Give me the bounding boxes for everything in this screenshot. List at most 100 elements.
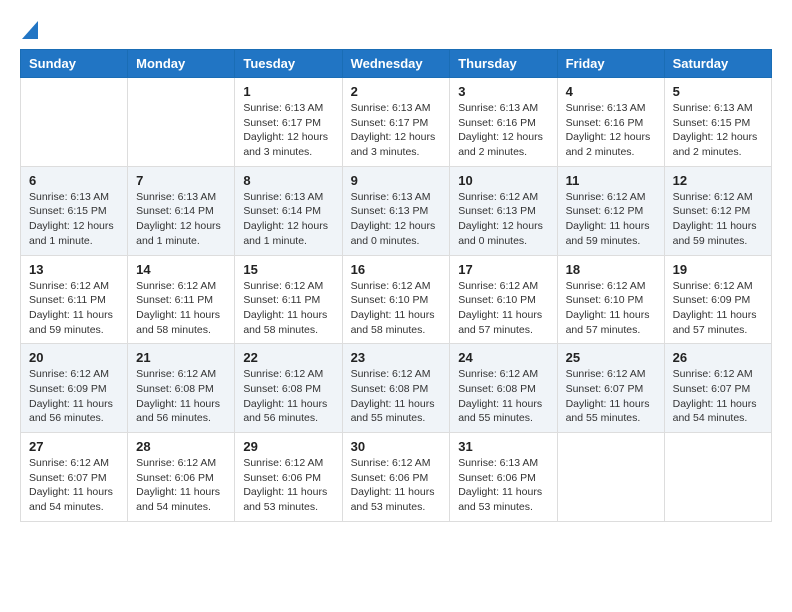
cell-content: Sunrise: 6:12 AM Sunset: 6:08 PM Dayligh… — [351, 367, 442, 426]
cell-content: Sunrise: 6:13 AM Sunset: 6:14 PM Dayligh… — [136, 190, 226, 249]
calendar-cell: 30 Sunrise: 6:12 AM Sunset: 6:06 PM Dayli… — [342, 433, 450, 522]
cell-content: Sunrise: 6:12 AM Sunset: 6:10 PM Dayligh… — [566, 279, 656, 338]
logo — [20, 20, 38, 39]
day-number: 6 — [29, 173, 119, 188]
page-header — [20, 20, 772, 39]
calendar-cell — [664, 433, 771, 522]
day-number: 19 — [673, 262, 763, 277]
cell-content: Sunrise: 6:12 AM Sunset: 6:07 PM Dayligh… — [566, 367, 656, 426]
calendar-week-row: 13 Sunrise: 6:12 AM Sunset: 6:11 PM Dayli… — [21, 255, 772, 344]
day-number: 29 — [243, 439, 333, 454]
calendar-cell: 26 Sunrise: 6:12 AM Sunset: 6:07 PM Dayli… — [664, 344, 771, 433]
weekday-header-sunday: Sunday — [21, 50, 128, 78]
cell-content: Sunrise: 6:13 AM Sunset: 6:15 PM Dayligh… — [29, 190, 119, 249]
cell-content: Sunrise: 6:13 AM Sunset: 6:15 PM Dayligh… — [673, 101, 763, 160]
cell-content: Sunrise: 6:13 AM Sunset: 6:17 PM Dayligh… — [351, 101, 442, 160]
calendar-cell: 20 Sunrise: 6:12 AM Sunset: 6:09 PM Dayli… — [21, 344, 128, 433]
calendar-cell: 23 Sunrise: 6:12 AM Sunset: 6:08 PM Dayli… — [342, 344, 450, 433]
day-number: 11 — [566, 173, 656, 188]
day-number: 13 — [29, 262, 119, 277]
day-number: 12 — [673, 173, 763, 188]
calendar-week-row: 6 Sunrise: 6:13 AM Sunset: 6:15 PM Daylig… — [21, 166, 772, 255]
calendar-cell — [21, 78, 128, 167]
day-number: 4 — [566, 84, 656, 99]
calendar-cell: 5Sunrise: 6:13 AM Sunset: 6:15 PM Daylig… — [664, 78, 771, 167]
calendar-cell: 19Sunrise: 6:12 AM Sunset: 6:09 PM Dayli… — [664, 255, 771, 344]
calendar-cell: 6 Sunrise: 6:13 AM Sunset: 6:15 PM Daylig… — [21, 166, 128, 255]
calendar-cell: 16 Sunrise: 6:12 AM Sunset: 6:10 PM Dayli… — [342, 255, 450, 344]
calendar-header-row: SundayMondayTuesdayWednesdayThursdayFrid… — [21, 50, 772, 78]
calendar-cell: 27 Sunrise: 6:12 AM Sunset: 6:07 PM Dayli… — [21, 433, 128, 522]
day-number: 30 — [351, 439, 442, 454]
calendar-cell: 21 Sunrise: 6:12 AM Sunset: 6:08 PM Dayli… — [128, 344, 235, 433]
cell-content: Sunrise: 6:12 AM Sunset: 6:09 PM Dayligh… — [29, 367, 119, 426]
cell-content: Sunrise: 6:13 AM Sunset: 6:13 PM Dayligh… — [351, 190, 442, 249]
cell-content: Sunrise: 6:13 AM Sunset: 6:14 PM Dayligh… — [243, 190, 333, 249]
day-number: 20 — [29, 350, 119, 365]
calendar-cell: 18 Sunrise: 6:12 AM Sunset: 6:10 PM Dayli… — [557, 255, 664, 344]
calendar-cell: 13Sunrise: 6:12 AM Sunset: 6:11 PM Dayli… — [21, 255, 128, 344]
cell-content: Sunrise: 6:12 AM Sunset: 6:12 PM Dayligh… — [566, 190, 656, 249]
cell-content: Sunrise: 6:12 AM Sunset: 6:08 PM Dayligh… — [243, 367, 333, 426]
calendar-cell: 25 Sunrise: 6:12 AM Sunset: 6:07 PM Dayli… — [557, 344, 664, 433]
day-number: 23 — [351, 350, 442, 365]
cell-content: Sunrise: 6:12 AM Sunset: 6:06 PM Dayligh… — [351, 456, 442, 515]
cell-content: Sunrise: 6:12 AM Sunset: 6:11 PM Dayligh… — [243, 279, 333, 338]
calendar-cell: 7Sunrise: 6:13 AM Sunset: 6:14 PM Daylig… — [128, 166, 235, 255]
calendar-cell: 8Sunrise: 6:13 AM Sunset: 6:14 PM Daylig… — [235, 166, 342, 255]
day-number: 10 — [458, 173, 548, 188]
calendar-week-row: 27 Sunrise: 6:12 AM Sunset: 6:07 PM Dayli… — [21, 433, 772, 522]
day-number: 3 — [458, 84, 548, 99]
cell-content: Sunrise: 6:13 AM Sunset: 6:06 PM Dayligh… — [458, 456, 548, 515]
day-number: 25 — [566, 350, 656, 365]
calendar-cell: 31 Sunrise: 6:13 AM Sunset: 6:06 PM Dayli… — [450, 433, 557, 522]
day-number: 16 — [351, 262, 442, 277]
day-number: 17 — [458, 262, 548, 277]
weekday-header-friday: Friday — [557, 50, 664, 78]
day-number: 27 — [29, 439, 119, 454]
weekday-header-tuesday: Tuesday — [235, 50, 342, 78]
day-number: 22 — [243, 350, 333, 365]
cell-content: Sunrise: 6:12 AM Sunset: 6:12 PM Dayligh… — [673, 190, 763, 249]
day-number: 2 — [351, 84, 442, 99]
cell-content: Sunrise: 6:12 AM Sunset: 6:10 PM Dayligh… — [351, 279, 442, 338]
calendar-cell: 1Sunrise: 6:13 AM Sunset: 6:17 PM Daylig… — [235, 78, 342, 167]
cell-content: Sunrise: 6:12 AM Sunset: 6:08 PM Dayligh… — [458, 367, 548, 426]
weekday-header-saturday: Saturday — [664, 50, 771, 78]
calendar-cell: 29 Sunrise: 6:12 AM Sunset: 6:06 PM Dayli… — [235, 433, 342, 522]
calendar-cell: 28Sunrise: 6:12 AM Sunset: 6:06 PM Dayli… — [128, 433, 235, 522]
calendar-cell: 3 Sunrise: 6:13 AM Sunset: 6:16 PM Daylig… — [450, 78, 557, 167]
weekday-header-thursday: Thursday — [450, 50, 557, 78]
weekday-header-wednesday: Wednesday — [342, 50, 450, 78]
day-number: 21 — [136, 350, 226, 365]
cell-content: Sunrise: 6:12 AM Sunset: 6:07 PM Dayligh… — [29, 456, 119, 515]
cell-content: Sunrise: 6:12 AM Sunset: 6:08 PM Dayligh… — [136, 367, 226, 426]
calendar-cell: 22 Sunrise: 6:12 AM Sunset: 6:08 PM Dayli… — [235, 344, 342, 433]
calendar-cell: 10 Sunrise: 6:12 AM Sunset: 6:13 PM Dayli… — [450, 166, 557, 255]
weekday-header-monday: Monday — [128, 50, 235, 78]
day-number: 26 — [673, 350, 763, 365]
calendar-cell — [128, 78, 235, 167]
day-number: 24 — [458, 350, 548, 365]
cell-content: Sunrise: 6:12 AM Sunset: 6:10 PM Dayligh… — [458, 279, 548, 338]
cell-content: Sunrise: 6:12 AM Sunset: 6:13 PM Dayligh… — [458, 190, 548, 249]
cell-content: Sunrise: 6:12 AM Sunset: 6:11 PM Dayligh… — [136, 279, 226, 338]
calendar-table: SundayMondayTuesdayWednesdayThursdayFrid… — [20, 49, 772, 522]
day-number: 28 — [136, 439, 226, 454]
cell-content: Sunrise: 6:13 AM Sunset: 6:16 PM Dayligh… — [566, 101, 656, 160]
day-number: 9 — [351, 173, 442, 188]
cell-content: Sunrise: 6:12 AM Sunset: 6:06 PM Dayligh… — [243, 456, 333, 515]
day-number: 18 — [566, 262, 656, 277]
calendar-cell: 4 Sunrise: 6:13 AM Sunset: 6:16 PM Daylig… — [557, 78, 664, 167]
cell-content: Sunrise: 6:13 AM Sunset: 6:16 PM Dayligh… — [458, 101, 548, 160]
calendar-cell: 9 Sunrise: 6:13 AM Sunset: 6:13 PM Daylig… — [342, 166, 450, 255]
calendar-cell: 14Sunrise: 6:12 AM Sunset: 6:11 PM Dayli… — [128, 255, 235, 344]
calendar-week-row: 1Sunrise: 6:13 AM Sunset: 6:17 PM Daylig… — [21, 78, 772, 167]
calendar-cell: 24 Sunrise: 6:12 AM Sunset: 6:08 PM Dayli… — [450, 344, 557, 433]
cell-content: Sunrise: 6:13 AM Sunset: 6:17 PM Dayligh… — [243, 101, 333, 160]
calendar-cell: 2 Sunrise: 6:13 AM Sunset: 6:17 PM Daylig… — [342, 78, 450, 167]
day-number: 15 — [243, 262, 333, 277]
day-number: 31 — [458, 439, 548, 454]
calendar-cell: 17 Sunrise: 6:12 AM Sunset: 6:10 PM Dayli… — [450, 255, 557, 344]
cell-content: Sunrise: 6:12 AM Sunset: 6:07 PM Dayligh… — [673, 367, 763, 426]
